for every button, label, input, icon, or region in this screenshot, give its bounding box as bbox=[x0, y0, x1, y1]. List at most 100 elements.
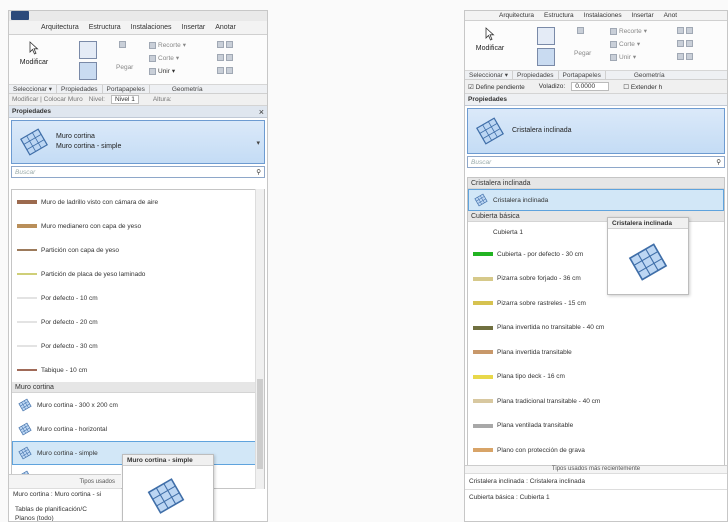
material-swatch-icon bbox=[17, 297, 37, 299]
type-properties-icon[interactable] bbox=[79, 41, 97, 59]
extend-checkbox[interactable]: ☐ Extender h bbox=[623, 83, 662, 91]
list-item[interactable]: Por defecto - 20 cm bbox=[12, 310, 264, 334]
list-item[interactable]: Cristalera inclinada bbox=[468, 189, 724, 211]
list-item[interactable]: Muro cortina - horizontal bbox=[12, 417, 264, 441]
list-item[interactable]: Plana tradicional transitable - 40 cm bbox=[468, 389, 724, 414]
join-button[interactable]: Unir ▾ bbox=[149, 67, 175, 75]
scissors-icon bbox=[610, 27, 617, 35]
browser-sheets[interactable]: Planos (todo) bbox=[9, 514, 267, 521]
list-item[interactable]: Muro de ladrillo visto con cámara de air… bbox=[12, 190, 264, 214]
search-input[interactable]: Buscar ⚲ bbox=[11, 166, 265, 178]
scissors-icon bbox=[149, 41, 156, 49]
list-item[interactable]: Muro cortina - 300 x 200 cm bbox=[12, 393, 264, 417]
recent-type-row-1[interactable]: Cristalera inclinada : Cristalera inclin… bbox=[465, 473, 727, 489]
search-input[interactable]: Buscar ⚲ bbox=[467, 156, 725, 168]
paste-button[interactable] bbox=[119, 41, 126, 48]
cursor-arrow-icon bbox=[485, 27, 495, 41]
list-item-label: Muro cortina - horizontal bbox=[37, 425, 108, 433]
group-select[interactable]: Seleccionar ▾ bbox=[465, 70, 514, 80]
join-button[interactable]: Unir ▾ bbox=[610, 53, 636, 61]
list-item-label: Por defecto - 20 cm bbox=[41, 318, 98, 326]
cut-button[interactable]: Recorte ▾ bbox=[149, 41, 186, 49]
tab-instalaciones[interactable]: Instalaciones bbox=[584, 12, 622, 19]
group-select[interactable]: Seleccionar ▾ bbox=[9, 84, 58, 94]
tab-instalaciones[interactable]: Instalaciones bbox=[131, 24, 172, 31]
level-label: Nivel: bbox=[88, 96, 105, 103]
geometry-tools-2[interactable] bbox=[677, 40, 693, 47]
context-label: Modificar | Colocar Muro bbox=[12, 96, 83, 103]
tab-arquitectura[interactable]: Arquitectura bbox=[41, 24, 79, 31]
app-logo-icon[interactable] bbox=[11, 11, 29, 20]
type-selector[interactable]: Muro cortina Muro cortina - simple ▾ bbox=[11, 120, 265, 164]
list-item-label: Pizarra sobre rastreles - 15 cm bbox=[497, 299, 586, 307]
browser-schedules[interactable]: Tablas de planificación/C bbox=[9, 505, 267, 514]
tab-anotar[interactable]: Anotar bbox=[215, 24, 236, 31]
join-icon bbox=[610, 53, 617, 61]
material-swatch-icon bbox=[17, 321, 37, 323]
recent-types-label: Tipos usados más recientemente bbox=[465, 465, 727, 473]
material-swatch-icon bbox=[17, 345, 37, 347]
recent-type-row-2[interactable]: Cubierta básica : Cubierta 1 bbox=[465, 489, 727, 505]
chevron-down-icon[interactable]: ▾ bbox=[256, 139, 260, 147]
modify-button[interactable]: Modificar bbox=[15, 41, 53, 79]
list-item[interactable]: Por defecto - 30 cm bbox=[12, 334, 264, 358]
project-browser: Tablas de planificación/C Planos (todo) bbox=[9, 505, 267, 521]
list-item[interactable]: Por defecto - 10 cm bbox=[12, 286, 264, 310]
tab-insertar[interactable]: Insertar bbox=[632, 12, 654, 19]
properties-icon[interactable] bbox=[79, 62, 97, 80]
list-item-label: Por defecto - 30 cm bbox=[41, 342, 98, 350]
list-item[interactable]: Muro medianero con capa de yeso bbox=[12, 214, 264, 238]
tab-insertar[interactable]: Insertar bbox=[182, 24, 206, 31]
geometry-icon-3 bbox=[677, 40, 684, 47]
geometry-tools[interactable] bbox=[217, 41, 233, 48]
list-item[interactable]: Plana invertida no transitable - 40 cm bbox=[468, 316, 724, 341]
close-icon[interactable]: × bbox=[259, 107, 264, 117]
geometry-tools-2[interactable] bbox=[217, 54, 233, 61]
tab-arquitectura[interactable]: Arquitectura bbox=[499, 12, 534, 19]
cut-button[interactable]: Recorte ▾ bbox=[610, 27, 647, 35]
list-scrollbar[interactable] bbox=[255, 189, 264, 489]
material-swatch-icon bbox=[17, 224, 37, 228]
options-bar: ☑ Define pendiente Voladizo: 0.0000 ☐ Ex… bbox=[465, 80, 727, 94]
clipboard-icon bbox=[119, 41, 126, 48]
list-item[interactable]: Tabique - 10 cm bbox=[12, 358, 264, 382]
list-item-label: Tabique - 10 cm bbox=[41, 366, 88, 374]
type-properties-icon[interactable] bbox=[537, 27, 555, 45]
material-swatch-icon bbox=[17, 200, 37, 204]
list-item[interactable]: Plano con protección de grava bbox=[468, 438, 724, 463]
properties-icon[interactable] bbox=[537, 48, 555, 66]
material-swatch-icon bbox=[17, 273, 37, 275]
paste-button[interactable] bbox=[577, 27, 584, 34]
list-item[interactable]: Plana invertida transitable bbox=[468, 340, 724, 365]
join-label: Unir bbox=[619, 53, 631, 61]
list-item[interactable]: Partición con capa de yeso bbox=[12, 238, 264, 262]
geometry-icon-6 bbox=[226, 67, 233, 74]
list-item[interactable]: Plana tipo deck - 16 cm bbox=[468, 365, 724, 390]
list-item[interactable]: Partición de placa de yeso laminado bbox=[12, 262, 264, 286]
geometry-tools-3[interactable] bbox=[677, 53, 693, 60]
list-item-label: Cubierta - por defecto - 30 cm bbox=[497, 250, 584, 258]
material-swatch-icon bbox=[473, 423, 493, 428]
paste-label: Pegar bbox=[116, 64, 134, 71]
type-selector[interactable]: Cristalera inclinada bbox=[467, 108, 725, 154]
geometry-tools[interactable] bbox=[677, 27, 693, 34]
geometry-icon-5 bbox=[677, 53, 684, 60]
scrollbar-thumb[interactable] bbox=[257, 379, 263, 469]
material-swatch-icon bbox=[473, 252, 493, 257]
recent-type-row[interactable]: Muro cortina : Muro cortina - si bbox=[9, 488, 121, 499]
tab-estructura[interactable]: Estructura bbox=[544, 12, 574, 19]
level-select[interactable]: Nivel 1 bbox=[110, 95, 139, 104]
slope-checkbox[interactable]: ☑ Define pendiente bbox=[468, 83, 525, 91]
tab-estructura[interactable]: Estructura bbox=[89, 24, 121, 31]
cut-geometry-button[interactable]: Corte ▾ bbox=[610, 40, 640, 48]
geometry-icon bbox=[677, 27, 684, 34]
modify-button[interactable]: Modificar bbox=[471, 27, 509, 65]
tab-anotar[interactable]: Anot bbox=[664, 12, 677, 19]
clipboard-icon bbox=[577, 27, 584, 34]
cut-geometry-button[interactable]: Corte ▾ bbox=[149, 54, 179, 62]
group-curtain-wall: Muro cortina bbox=[12, 382, 264, 393]
offset-input[interactable]: 0.0000 bbox=[571, 82, 610, 91]
list-item[interactable]: Plana ventilada transitable bbox=[468, 414, 724, 439]
geometry-icon-6 bbox=[686, 53, 693, 60]
geometry-tools-3[interactable] bbox=[217, 67, 233, 74]
